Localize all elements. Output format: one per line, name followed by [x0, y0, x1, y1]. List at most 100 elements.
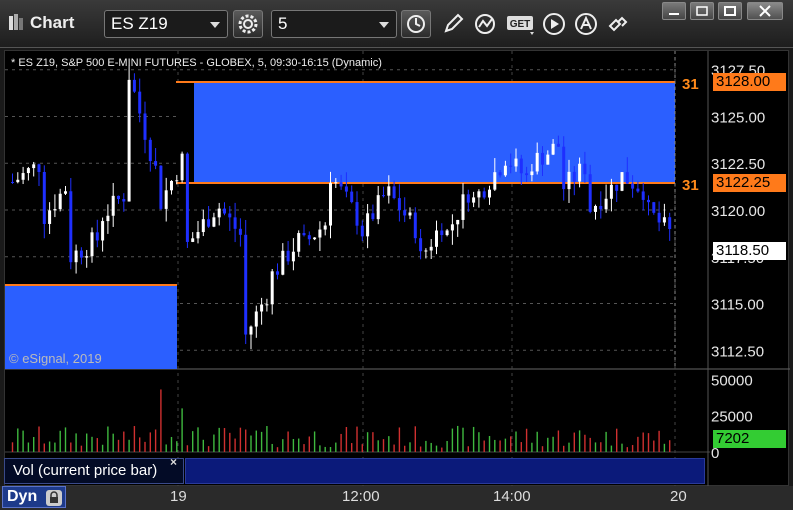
candle-body [625, 172, 629, 184]
candle-body [583, 163, 587, 175]
mode-label: Dyn [7, 488, 38, 505]
candle-body [647, 199, 650, 203]
close-legend-icon[interactable]: × [170, 455, 177, 469]
symbol-select[interactable]: ES Z19 [104, 10, 228, 38]
candle-body [32, 164, 36, 169]
candle-body [138, 91, 142, 114]
maximize-icon [724, 6, 736, 16]
candle-body [657, 212, 661, 223]
play-icon [543, 13, 565, 35]
toolbar: Chart ES Z19 5 GET [0, 0, 793, 48]
candle-body [392, 186, 396, 199]
candle-body [281, 250, 285, 275]
close-button[interactable] [747, 2, 783, 20]
minimize-button[interactable] [662, 2, 686, 20]
draw-button[interactable] [439, 10, 467, 38]
lower-tag-left: 31 [682, 177, 699, 194]
studies-button[interactable] [472, 10, 500, 38]
volume-legend[interactable]: Vol (current price bar) [4, 458, 184, 484]
minimize-icon [669, 13, 679, 15]
candle-body [604, 198, 608, 210]
candle-body [11, 181, 14, 183]
candle-body [572, 171, 576, 182]
candle-body [519, 158, 523, 174]
candle-body [101, 221, 105, 241]
annotate-button[interactable] [572, 10, 600, 38]
candle-body [541, 152, 544, 165]
price-chart[interactable]: * ES Z19, S&P 500 E-MINI FUTURES - GLOBE… [5, 51, 790, 487]
candle-body [440, 230, 444, 236]
candle-body [360, 225, 364, 237]
candle-body [276, 271, 279, 275]
candle-body [90, 232, 94, 257]
candle-body [159, 165, 163, 209]
candle-body [445, 230, 449, 236]
window-title: Chart [30, 13, 75, 32]
candle-body [344, 186, 348, 192]
annotate-icon [575, 13, 597, 35]
x-tick: 12:00 [342, 488, 380, 505]
time-axis-bar[interactable]: Dyn 19 12:00 14:00 20 [0, 486, 793, 510]
upper-tag-left: 31 [682, 76, 699, 93]
candle-body [594, 205, 597, 212]
candle-body [477, 191, 481, 198]
candle-body [450, 224, 454, 231]
mode-button[interactable]: Dyn [2, 486, 66, 508]
candle-body [21, 173, 25, 180]
candle-body [58, 193, 62, 210]
candle-body [334, 182, 338, 184]
candle-body [424, 250, 428, 252]
candle-body [413, 212, 417, 239]
volume-legend-strip [185, 458, 705, 484]
upper-price-tag: 3128.00 [713, 73, 786, 91]
clock-icon [407, 15, 425, 33]
candle-body [265, 304, 269, 306]
candle-body [509, 165, 513, 167]
candle-body [636, 188, 640, 192]
link-icon [608, 16, 628, 32]
candle-body [148, 139, 152, 162]
candle-body [615, 184, 619, 191]
candle-body [620, 172, 624, 191]
price-tick: 3120.00 [711, 203, 765, 220]
candle-body [551, 143, 555, 155]
play-button[interactable] [540, 10, 568, 38]
candle-body [403, 210, 407, 216]
chart-area[interactable]: * ES Z19, S&P 500 E-MINI FUTURES - GLOBE… [4, 50, 790, 487]
maximize-button[interactable] [718, 2, 742, 20]
interval-select[interactable]: 5 [271, 10, 397, 38]
chart-app-icon [9, 14, 23, 30]
x-tick: 19 [170, 488, 187, 505]
candle-body [170, 180, 173, 191]
time-button[interactable] [401, 10, 431, 38]
candle-body [196, 232, 200, 239]
settings-button[interactable] [233, 10, 263, 38]
candle-body [228, 213, 232, 218]
volume-tick: 25000 [711, 409, 753, 426]
link-button[interactable] [604, 10, 632, 38]
get-button[interactable]: GET [505, 10, 539, 38]
candle-body [652, 202, 656, 213]
x-tick: 20 [670, 488, 687, 505]
candle-body [641, 191, 645, 200]
candle-body [249, 326, 253, 335]
candle-body [525, 173, 529, 176]
candle-body [307, 235, 311, 240]
candle-body [217, 208, 221, 218]
candle-body [419, 238, 423, 252]
candle-body [212, 217, 216, 227]
candle-body [371, 213, 375, 220]
chevron-down-icon [210, 22, 220, 28]
candle-body [578, 163, 582, 182]
chevron-down-icon [379, 22, 389, 28]
candle-body [329, 182, 332, 226]
close-icon [759, 5, 771, 17]
price-tick: 3112.50 [711, 343, 764, 360]
candle-body [530, 171, 534, 176]
candle-body [117, 195, 120, 200]
candle-body [254, 311, 258, 327]
candle-body [111, 195, 115, 216]
candle-body [318, 229, 322, 238]
restore-button[interactable] [690, 2, 714, 20]
volume-tick: 50000 [711, 372, 753, 389]
